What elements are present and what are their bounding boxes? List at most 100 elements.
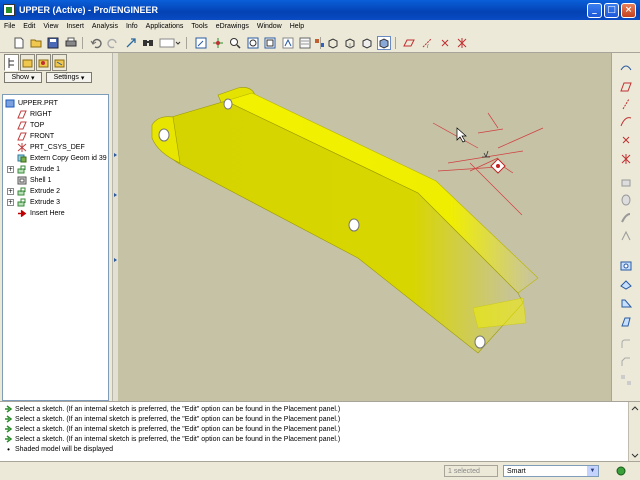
open-folder-icon[interactable] bbox=[29, 36, 43, 50]
tree-item-label: FRONT bbox=[30, 133, 55, 140]
csys-tool-icon[interactable] bbox=[619, 152, 633, 166]
tree-item-top[interactable]: TOP bbox=[17, 120, 44, 131]
regenerate-icon[interactable] bbox=[124, 36, 138, 50]
maximize-button[interactable]: □ bbox=[604, 2, 619, 18]
pivot-hole-front[interactable] bbox=[158, 128, 170, 142]
extrude-tool-icon[interactable] bbox=[619, 175, 633, 189]
tree-item-extrude-1[interactable]: Extrude 1 bbox=[17, 164, 60, 175]
datum-plane-tool-icon[interactable] bbox=[619, 80, 633, 94]
message-line: Select a sketch. (If an internal sketch … bbox=[4, 404, 340, 414]
close-button[interactable]: × bbox=[621, 2, 636, 18]
sweep-tool-icon[interactable] bbox=[619, 211, 633, 225]
wireframe-icon[interactable] bbox=[326, 36, 340, 50]
saved-views-icon[interactable] bbox=[298, 36, 312, 50]
tab-model-tree[interactable] bbox=[4, 54, 19, 71]
refit-icon[interactable] bbox=[263, 36, 277, 50]
rib-tool-icon[interactable] bbox=[619, 296, 633, 310]
tree-item-extrude-2[interactable]: Extrude 2 bbox=[17, 186, 60, 197]
tree-item-insert-here[interactable]: Insert Here bbox=[17, 208, 65, 219]
pivot-hole-back[interactable] bbox=[223, 98, 233, 110]
save-icon[interactable] bbox=[46, 36, 60, 50]
datum-curve-tool-icon[interactable] bbox=[619, 115, 633, 129]
show-dropdown[interactable]: Show ▾ bbox=[4, 72, 42, 83]
settings-dropdown[interactable]: Settings ▾ bbox=[46, 72, 92, 83]
menu-info[interactable]: Info bbox=[122, 23, 142, 30]
zoom-out-icon[interactable] bbox=[246, 36, 260, 50]
tab-folder-browser[interactable] bbox=[20, 54, 35, 71]
tree-item-label: Shell 1 bbox=[30, 177, 52, 184]
toolbar-separator bbox=[320, 37, 321, 49]
print-icon[interactable] bbox=[64, 36, 78, 50]
spin-center-icon[interactable] bbox=[211, 36, 225, 50]
tree-item-extrude-3[interactable]: Extrude 3 bbox=[17, 197, 60, 208]
tree-item-shell-1[interactable]: Shell 1 bbox=[17, 175, 51, 186]
message-text: Select a sketch. (If an internal sketch … bbox=[15, 415, 341, 423]
round-tool-icon[interactable] bbox=[619, 337, 633, 351]
pattern-tool-icon[interactable] bbox=[619, 373, 633, 387]
menu-edit[interactable]: Edit bbox=[19, 23, 39, 30]
message-scrollbar[interactable] bbox=[628, 402, 640, 462]
draft-tool-icon[interactable] bbox=[619, 315, 633, 329]
datum-points-toggle-icon[interactable] bbox=[438, 36, 452, 50]
tree-item-copy-geom[interactable]: Extern Copy Geom id 39 bbox=[17, 153, 107, 164]
mid-hole[interactable] bbox=[348, 218, 360, 232]
new-file-icon[interactable] bbox=[12, 36, 26, 50]
menu-edrawings[interactable]: eDrawings bbox=[212, 23, 253, 30]
blend-tool-icon[interactable] bbox=[619, 229, 633, 243]
tree-item-right[interactable]: RIGHT bbox=[17, 109, 52, 120]
tree-item-root[interactable]: UPPER.PRT bbox=[5, 98, 58, 109]
undo-icon[interactable] bbox=[89, 36, 103, 50]
model-view[interactable] bbox=[118, 53, 611, 401]
menu-help[interactable]: Help bbox=[286, 23, 308, 30]
message-text: Select a sketch. (If an internal sketch … bbox=[15, 405, 341, 413]
expand-toggle[interactable]: + bbox=[7, 199, 14, 206]
datum-axis-tool-icon[interactable] bbox=[619, 97, 633, 111]
datum-plane-icon bbox=[17, 121, 27, 130]
tree-item-front[interactable]: FRONT bbox=[17, 131, 54, 142]
hidden-line-icon[interactable] bbox=[343, 36, 357, 50]
datum-axes-toggle-icon[interactable]: / bbox=[420, 36, 434, 50]
selection-dropdown-icon[interactable] bbox=[158, 36, 182, 50]
tree-item-csys[interactable]: PRT_CSYS_DEF bbox=[17, 142, 85, 153]
title-bar: UPPER (Active) - Pro/ENGINEER _ □ × bbox=[0, 0, 640, 20]
csys-marker[interactable] bbox=[490, 158, 506, 174]
shading-icon[interactable] bbox=[377, 36, 391, 50]
end-hole[interactable] bbox=[474, 335, 486, 349]
extrude-icon bbox=[17, 187, 27, 196]
chamfer-tool-icon[interactable] bbox=[619, 355, 633, 369]
menu-analysis[interactable]: Analysis bbox=[88, 23, 122, 30]
prompt-arrow-icon bbox=[5, 415, 13, 423]
tab-favorites[interactable] bbox=[36, 54, 51, 71]
minimize-button[interactable]: _ bbox=[587, 2, 602, 18]
menu-tools[interactable]: Tools bbox=[187, 23, 211, 30]
tree-item-label: Extrude 2 bbox=[30, 188, 60, 195]
expand-toggle[interactable]: + bbox=[7, 166, 14, 173]
menu-insert[interactable]: Insert bbox=[62, 23, 88, 30]
shell-tool-icon[interactable] bbox=[619, 277, 633, 291]
csys-toggle-icon[interactable] bbox=[455, 36, 469, 50]
copy-geom-icon bbox=[17, 154, 27, 163]
graphics-window[interactable] bbox=[118, 53, 611, 401]
zoom-in-icon[interactable] bbox=[228, 36, 242, 50]
repaint-icon[interactable] bbox=[194, 36, 208, 50]
tree-item-label: RIGHT bbox=[30, 111, 52, 118]
menu-view[interactable]: View bbox=[39, 23, 62, 30]
menu-applications[interactable]: Applications bbox=[142, 23, 188, 30]
redo-icon[interactable] bbox=[106, 36, 120, 50]
selection-filter-dropdown[interactable]: Smart ▼ bbox=[503, 465, 599, 477]
hole-tool-icon[interactable] bbox=[619, 259, 633, 273]
reorient-icon[interactable] bbox=[281, 36, 295, 50]
datum-planes-toggle-icon[interactable] bbox=[402, 36, 416, 50]
sketch-curve-icon[interactable] bbox=[619, 61, 633, 75]
datum-point-tool-icon[interactable] bbox=[619, 133, 633, 147]
revolve-tool-icon[interactable] bbox=[619, 193, 633, 207]
no-hidden-icon[interactable] bbox=[360, 36, 374, 50]
expand-toggle[interactable]: + bbox=[7, 188, 14, 195]
menu-file[interactable]: File bbox=[0, 23, 19, 30]
csys-icon bbox=[17, 143, 27, 152]
tab-connections[interactable] bbox=[52, 54, 67, 71]
menu-window[interactable]: Window bbox=[253, 23, 286, 30]
chevron-down-icon[interactable]: ▼ bbox=[587, 466, 598, 476]
dashboard-status-icon[interactable] bbox=[616, 466, 626, 476]
find-icon[interactable] bbox=[141, 36, 155, 50]
